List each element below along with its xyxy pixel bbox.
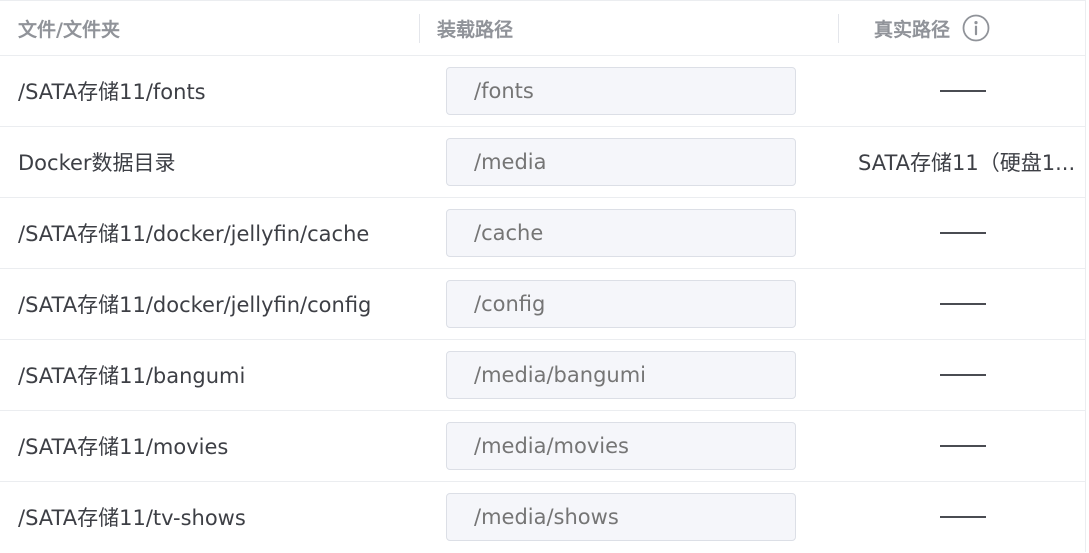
table-row: /SATA存储11/docker/jellyfin/config bbox=[0, 269, 1085, 340]
file-folder-path: /SATA存储11/tv-shows bbox=[18, 506, 246, 530]
empty-dash bbox=[939, 303, 986, 305]
column-divider bbox=[419, 14, 420, 43]
file-folder-path: /SATA存储11/fonts bbox=[18, 80, 206, 104]
mount-table: 文件/文件夹 装载路径 真实路径 /SATA存储11/fonts Docker数据… bbox=[0, 0, 1086, 552]
empty-dash bbox=[939, 445, 986, 447]
empty-dash bbox=[939, 90, 986, 92]
table-body: /SATA存储11/fonts Docker数据目录 SATA存储11（硬盘1...… bbox=[0, 56, 1085, 553]
header-file-folder: 文件/文件夹 bbox=[18, 18, 120, 41]
table-row: /SATA存储11/bangumi bbox=[0, 340, 1085, 411]
mount-path-input[interactable] bbox=[446, 67, 796, 115]
real-path-empty bbox=[840, 411, 1085, 481]
info-circle-icon[interactable] bbox=[962, 14, 990, 42]
file-folder-path: Docker数据目录 bbox=[18, 151, 176, 175]
empty-dash bbox=[939, 374, 986, 376]
real-path-empty bbox=[840, 482, 1085, 552]
file-folder-path: /SATA存储11/movies bbox=[18, 435, 229, 459]
mount-path-input[interactable] bbox=[446, 351, 796, 399]
mount-path-input[interactable] bbox=[446, 422, 796, 470]
mount-path-input[interactable] bbox=[446, 280, 796, 328]
table-row: /SATA存储11/fonts bbox=[0, 56, 1085, 127]
file-folder-path: /SATA存储11/docker/jellyfin/cache bbox=[18, 222, 370, 246]
real-path-empty bbox=[840, 56, 1085, 126]
header-real-path-group: 真实路径 bbox=[874, 1, 990, 55]
empty-dash bbox=[939, 516, 986, 518]
real-path-empty bbox=[840, 269, 1085, 339]
file-folder-path: /SATA存储11/bangumi bbox=[18, 364, 246, 388]
column-divider bbox=[838, 14, 839, 43]
table-row: /SATA存储11/docker/jellyfin/cache bbox=[0, 198, 1085, 269]
mount-path-input[interactable] bbox=[446, 493, 796, 541]
real-path-text: SATA存储11（硬盘1... bbox=[858, 151, 1076, 175]
real-path-empty bbox=[840, 340, 1085, 410]
table-header: 文件/文件夹 装载路径 真实路径 bbox=[0, 1, 1085, 56]
file-folder-path: /SATA存储11/docker/jellyfin/config bbox=[18, 293, 372, 317]
table-row: /SATA存储11/tv-shows bbox=[0, 482, 1085, 553]
real-path-empty bbox=[840, 198, 1085, 268]
mount-path-input[interactable] bbox=[446, 209, 796, 257]
table-row: Docker数据目录 SATA存储11（硬盘1... bbox=[0, 127, 1085, 198]
header-real-path: 真实路径 bbox=[874, 18, 951, 41]
header-mount-path: 装载路径 bbox=[437, 18, 514, 41]
table-row: /SATA存储11/movies bbox=[0, 411, 1085, 482]
empty-dash bbox=[939, 232, 986, 234]
mount-path-input[interactable] bbox=[446, 138, 796, 186]
